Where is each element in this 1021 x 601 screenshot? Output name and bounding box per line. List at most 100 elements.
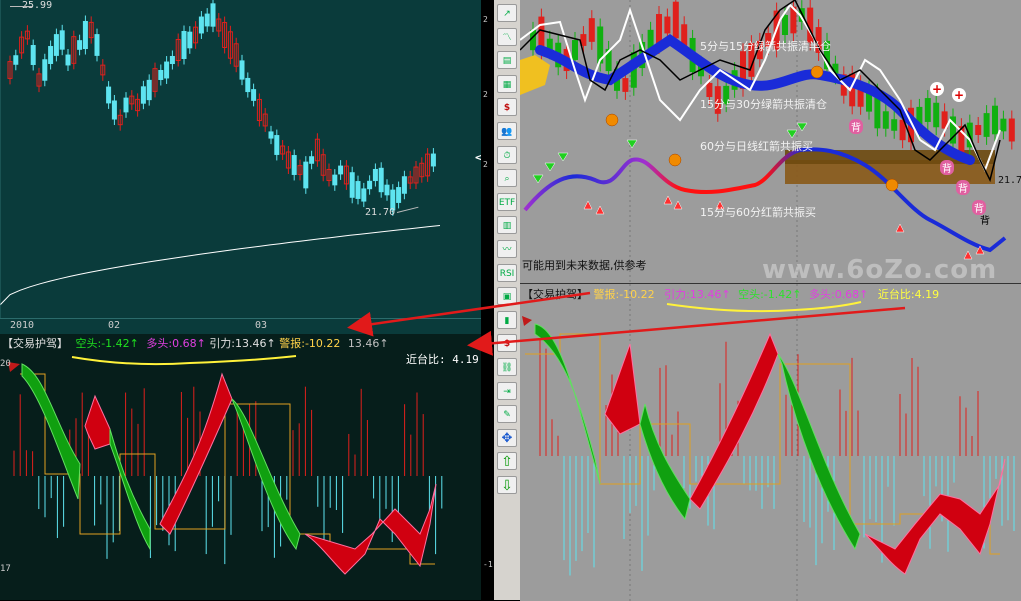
list-icon[interactable]: ▤ (497, 51, 517, 70)
candle-body (291, 155, 297, 175)
left-indicator-panel[interactable]: 【交易护驾】 空头:-1.42↑ 多头:0.68↑ 引力:13.46↑ 警报:-… (0, 334, 481, 600)
left-candle-chart (0, 0, 441, 318)
down-arrow-icon (544, 162, 556, 172)
indicator-title: 【交易护驾】 (522, 288, 588, 301)
green-band (777, 353, 861, 551)
left-indicator-chart (8, 362, 443, 575)
up-arrow-icon[interactable]: ⇧ (497, 452, 517, 471)
candle-body (338, 165, 344, 175)
clock-icon[interactable]: ⏱ (497, 145, 517, 164)
red-band (304, 483, 437, 575)
candle-body (401, 176, 407, 194)
up-arrow-icon (583, 200, 593, 210)
candle-body (367, 180, 373, 190)
bars-icon[interactable]: ▮ (497, 310, 517, 329)
candle-body (924, 98, 931, 122)
candle-body (48, 46, 54, 64)
right-price-label: 21.70 (998, 175, 1021, 186)
candle-body (140, 86, 146, 104)
up-arrow-icon (895, 223, 905, 233)
axis-label-2010: 2010 (10, 320, 35, 331)
candle-body (94, 34, 100, 56)
down-arrow-icon[interactable]: ⇩ (497, 476, 517, 494)
annotation-3: 60分与日线红箭共振买 (700, 140, 813, 153)
high-price-leader (10, 6, 32, 7)
candle-body (588, 18, 595, 42)
right-candlestick-panel[interactable]: 5分与15分绿箭共振清半仓 15分与30分绿箭共振清仓 60分与日线红箭共振买 … (520, 0, 1021, 283)
candle-body (983, 113, 990, 137)
candle-body (30, 45, 36, 65)
search-icon[interactable]: ⌕ (497, 169, 517, 188)
ratio-value: 近台比: 4.19 (406, 353, 479, 366)
etf-icon[interactable]: ETF (497, 192, 517, 211)
empty-head-value: 空头:-1.42↑ (75, 337, 139, 350)
candle-body (309, 156, 315, 164)
move-icon[interactable]: ✥ (497, 428, 517, 447)
candle-body (622, 78, 629, 92)
candle-body (378, 167, 384, 193)
candle-body (158, 70, 164, 80)
bei-label-2: 背 (940, 160, 954, 175)
candle-body (891, 119, 898, 131)
up-arrow-icon (663, 195, 673, 205)
wave-icon[interactable]: 〰 (497, 240, 517, 258)
candle-body (992, 105, 998, 135)
low-price-label: 21.70 (365, 207, 396, 218)
link-icon[interactable]: ⛓ (497, 358, 517, 376)
candle-body (1008, 118, 1015, 142)
rsi-icon[interactable]: RSI (497, 263, 517, 282)
left-candlestick-panel[interactable]: 25.99 21.70 < (0, 0, 481, 318)
candle-body (210, 3, 216, 27)
pencil-icon[interactable]: ✎ (497, 405, 517, 424)
right-indicator-panel[interactable]: 【交易护驾】 警报:-10.22 引力:13.46↑ 空头:-1.42↑ 多头:… (520, 283, 1021, 601)
vertical-toolbar: ↗ 〽 ▤ ▦ $ 👥 ⏱ ⌕ ETF ▥ 〰 RSI ▣ ▮ $ ⛓ ⇥ ✎ ✥ ⇧ ⇩ (494, 0, 521, 600)
users-icon[interactable]: 👥 (497, 122, 517, 140)
screen-icon[interactable]: ▣ (497, 287, 517, 306)
right-indicator-chart (522, 284, 1015, 601)
extra-value: 13.46↑ (347, 337, 389, 350)
orange-fruit-icon (605, 113, 619, 127)
line-chart-icon[interactable]: 〽 (497, 27, 517, 46)
left-indicator-header: 【交易护驾】 空头:-1.42↑ 多头:0.68↑ 引力:13.46↑ 警报:-… (2, 335, 389, 351)
candle-body (1000, 118, 1007, 132)
candle-body (975, 124, 982, 136)
candle-body (82, 20, 88, 50)
candle-body (77, 40, 83, 50)
down-arrow-icon (626, 139, 638, 149)
annotation-2: 15分与30分绿箭共振清仓 (700, 98, 827, 111)
candle-body (372, 168, 378, 182)
exit-icon[interactable]: ⇥ (497, 381, 517, 400)
candle-body (268, 131, 274, 139)
candle-body (53, 34, 59, 56)
green-band (534, 323, 601, 485)
tick-20: 20 (0, 359, 11, 369)
candle-body (882, 111, 889, 129)
candle-body (123, 97, 129, 113)
red-band (689, 332, 779, 510)
candle-body (65, 54, 71, 66)
tick-17: 17 (0, 564, 11, 574)
candle-body (245, 77, 251, 93)
down-arrow-icon (786, 129, 798, 139)
red-band (604, 343, 641, 435)
grid-icon[interactable]: ▦ (497, 74, 517, 93)
down-arrow-icon (557, 152, 569, 162)
table-icon[interactable]: ▥ (497, 216, 517, 235)
highlight-underline (71, 355, 297, 366)
red-band (159, 372, 233, 535)
ratio-value: 近台比:4.19 (877, 288, 940, 301)
yellow-fill (520, 55, 550, 95)
up-arrow-icon (673, 200, 683, 210)
trend-icon[interactable]: ↗ (497, 4, 517, 22)
annotation-1: 5分与15分绿箭共振清半仓 (700, 40, 831, 53)
bei-label-1: 背 (849, 119, 863, 134)
candle-body (361, 188, 367, 202)
bei-label-5: 背 (980, 216, 990, 227)
candle-body (42, 59, 48, 81)
orange-fruit-icon (885, 178, 899, 192)
dollar-icon[interactable]: $ (497, 334, 517, 353)
dollar-icon[interactable]: $ (497, 98, 517, 117)
orange-fruit-icon (668, 153, 682, 167)
candle-body (933, 102, 940, 128)
candle-body (239, 60, 245, 80)
